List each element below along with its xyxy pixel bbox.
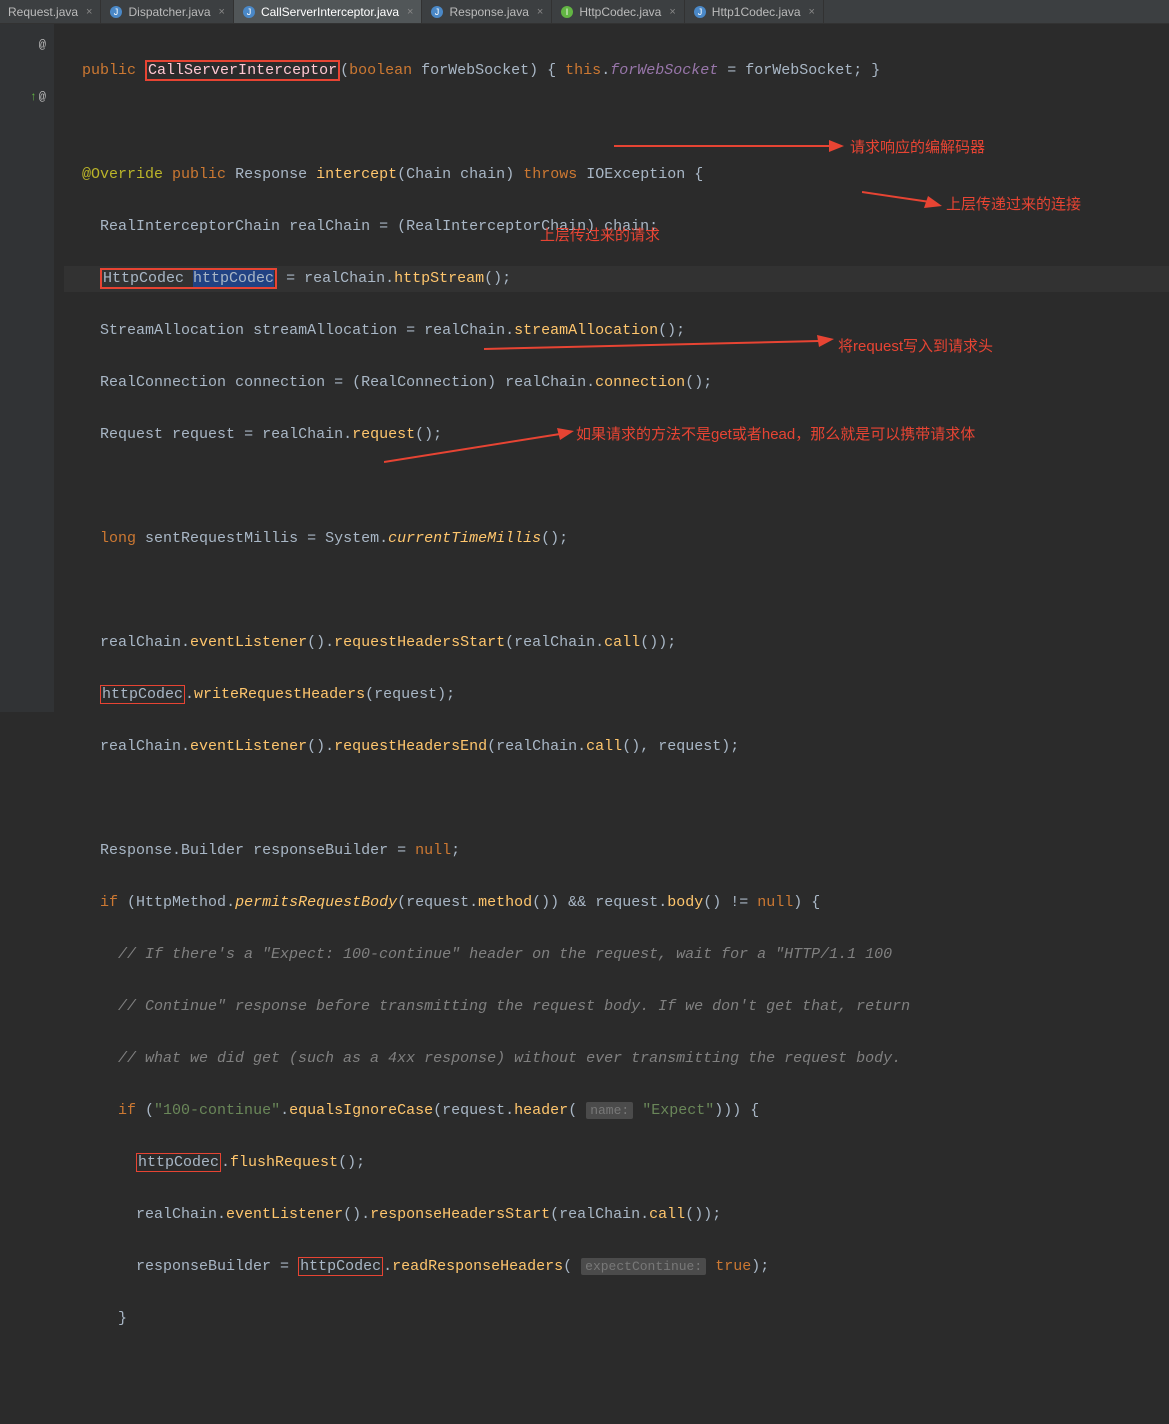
svg-text:J: J	[247, 7, 252, 17]
close-icon[interactable]: ×	[809, 6, 815, 18]
close-icon[interactable]: ×	[86, 6, 92, 18]
annotation-connection: 上层传递过来的连接	[946, 192, 1081, 218]
tab-label: Http1Codec.java	[712, 5, 801, 19]
red-box-httpcodec: httpCodec	[136, 1153, 221, 1172]
close-icon[interactable]: ×	[537, 6, 543, 18]
close-icon[interactable]: ×	[407, 6, 413, 18]
tab-request[interactable]: Request.java ×	[0, 0, 101, 23]
gutter-mark-at: @	[0, 32, 54, 58]
red-box-httpcodec: httpCodec	[298, 1257, 383, 1276]
svg-text:J: J	[114, 7, 119, 17]
tab-label: Dispatcher.java	[128, 5, 210, 19]
close-icon[interactable]: ×	[219, 6, 225, 18]
param-hint-name: name:	[586, 1102, 633, 1119]
tab-label: Response.java	[449, 5, 528, 19]
gutter: @ ↑@	[0, 24, 54, 712]
java-file-icon: I	[560, 5, 574, 19]
java-file-icon: J	[693, 5, 707, 19]
gutter-mark-at: ↑@	[0, 84, 54, 110]
highlighted-line: HttpCodec httpCodec = realChain.httpStre…	[64, 266, 1169, 292]
tab-httpcodec[interactable]: I HttpCodec.java ×	[552, 0, 684, 23]
tab-http1codec[interactable]: J Http1Codec.java ×	[685, 0, 824, 23]
java-file-icon: J	[109, 5, 123, 19]
tab-dispatcher[interactable]: J Dispatcher.java ×	[101, 0, 233, 23]
java-file-icon: J	[242, 5, 256, 19]
class-name: CallServerInterceptor	[145, 60, 340, 81]
svg-text:I: I	[566, 7, 569, 17]
code-area[interactable]: public CallServerInterceptor(boolean for…	[54, 24, 1169, 712]
close-icon[interactable]: ×	[669, 6, 675, 18]
editor: @ ↑@ public CallServerInterceptor(boolea…	[0, 24, 1169, 712]
tab-response[interactable]: J Response.java ×	[422, 0, 552, 23]
annotation-codec: 请求响应的编解码器	[850, 135, 985, 161]
param-hint-expectcontinue: expectContinue:	[581, 1258, 706, 1275]
annotation-writeheaders: 将request写入到请求头	[838, 334, 993, 360]
svg-text:J: J	[435, 7, 440, 17]
tab-callserverinterceptor[interactable]: J CallServerInterceptor.java ×	[234, 0, 423, 23]
annotation-permitsbody: 如果请求的方法不是get或者head，那么就是可以携带请求体	[576, 422, 975, 448]
java-file-icon: J	[430, 5, 444, 19]
red-box-httpcodec-decl: HttpCodec httpCodec	[100, 268, 277, 289]
arrow-icon	[614, 136, 844, 156]
svg-text:J: J	[698, 7, 703, 17]
tab-label: CallServerInterceptor.java	[261, 5, 399, 19]
red-box-httpcodec: httpCodec	[100, 685, 185, 704]
editor-tabs: Request.java × J Dispatcher.java × J Cal…	[0, 0, 1169, 24]
tab-label: Request.java	[8, 5, 78, 19]
tab-label: HttpCodec.java	[579, 5, 661, 19]
annotation-request: 上层传过来的请求	[540, 223, 660, 249]
